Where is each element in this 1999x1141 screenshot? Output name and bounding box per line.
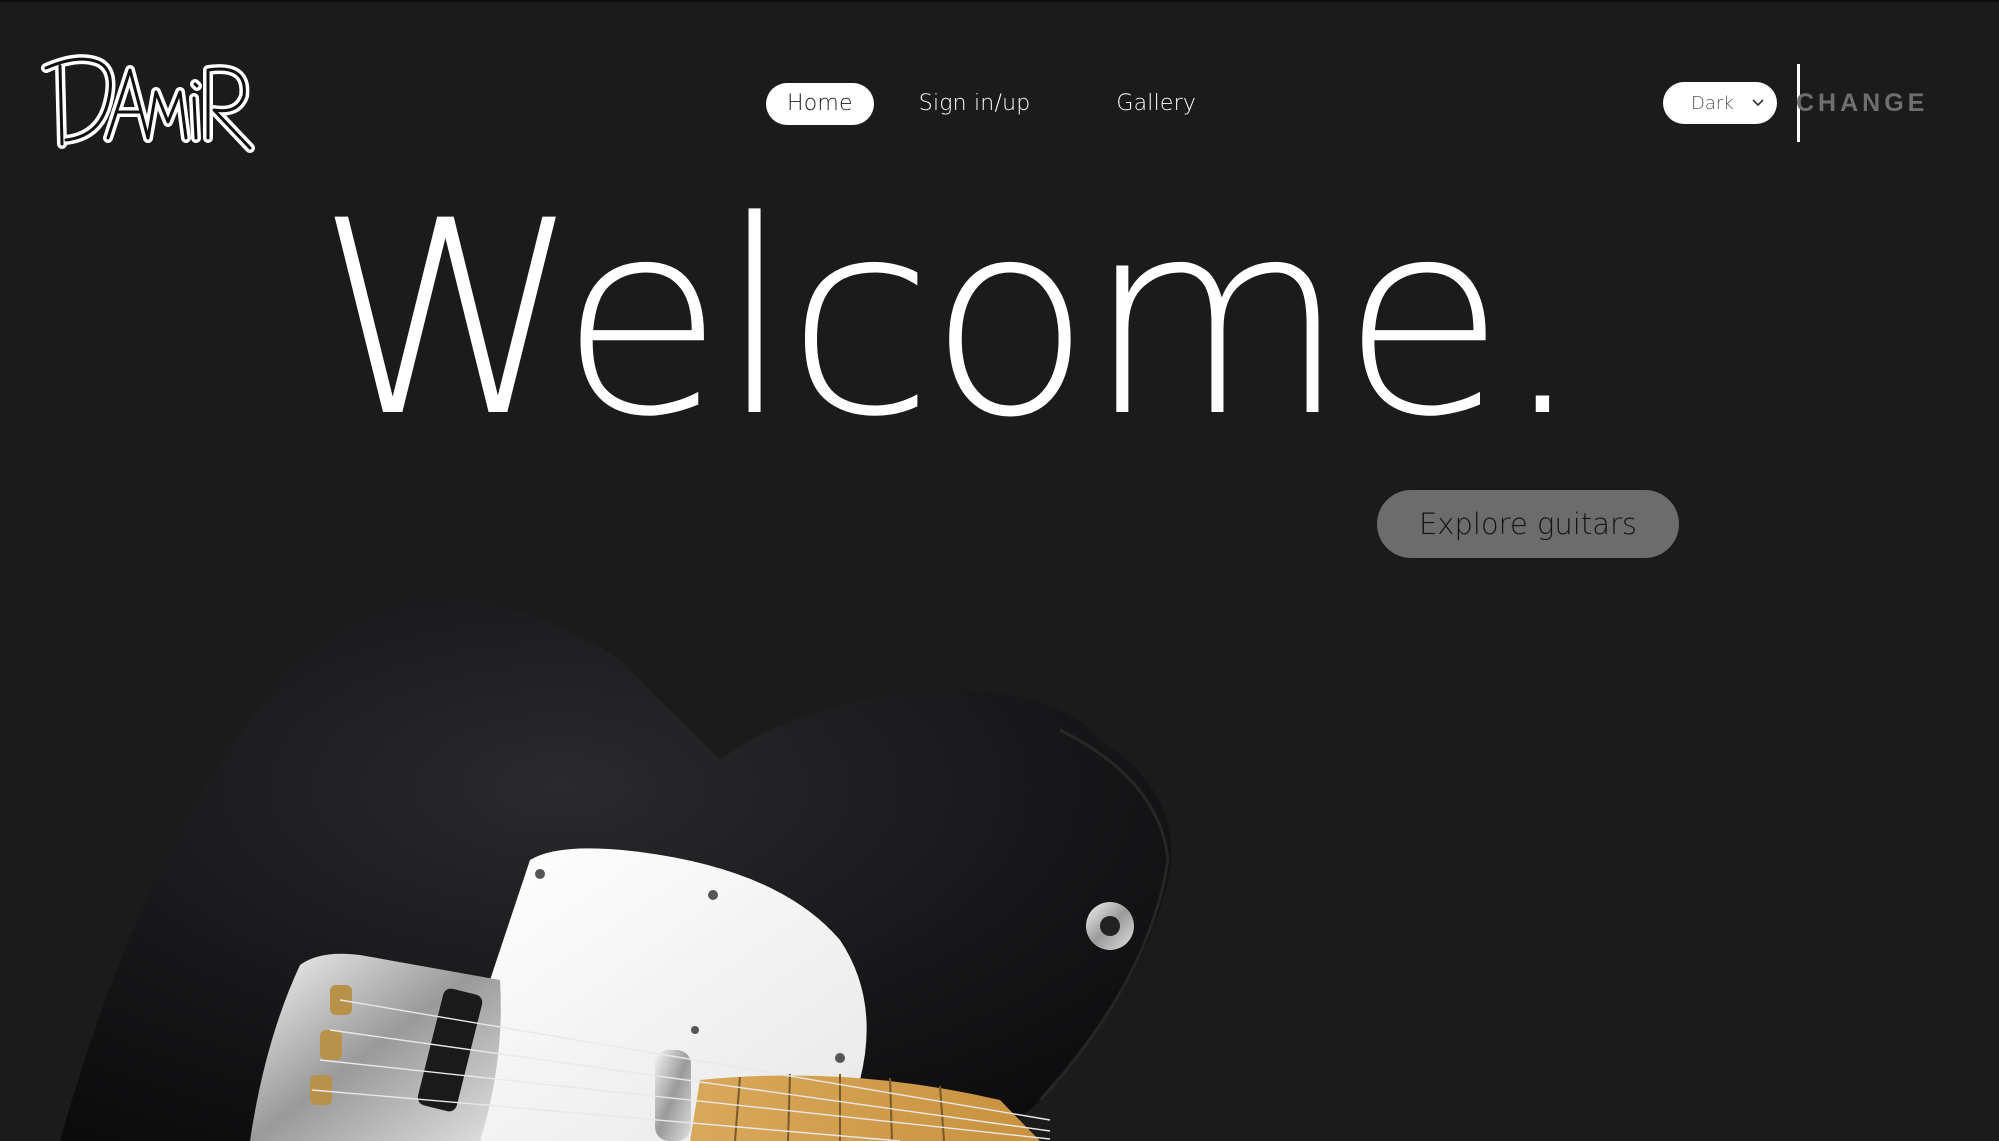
guitar-image — [0, 560, 1999, 1141]
explore-guitars-button[interactable]: Explore guitars — [1377, 490, 1679, 558]
theme-select[interactable]: Dark — [1663, 82, 1777, 124]
nav-sign-in-up[interactable]: Sign in/up — [898, 83, 1052, 125]
nav-gallery[interactable]: Gallery — [1095, 83, 1217, 125]
nav-home[interactable]: Home — [766, 83, 874, 125]
change-theme-button[interactable]: CHANGE — [1796, 86, 1928, 120]
hero-title: Welcome. — [316, 164, 1585, 476]
main-nav: Home Sign in/up Gallery — [766, 82, 1241, 126]
chevron-down-icon — [1751, 96, 1765, 110]
site-logo[interactable] — [38, 40, 264, 166]
top-border — [0, 0, 1999, 2]
theme-select-value: Dark — [1691, 92, 1734, 114]
